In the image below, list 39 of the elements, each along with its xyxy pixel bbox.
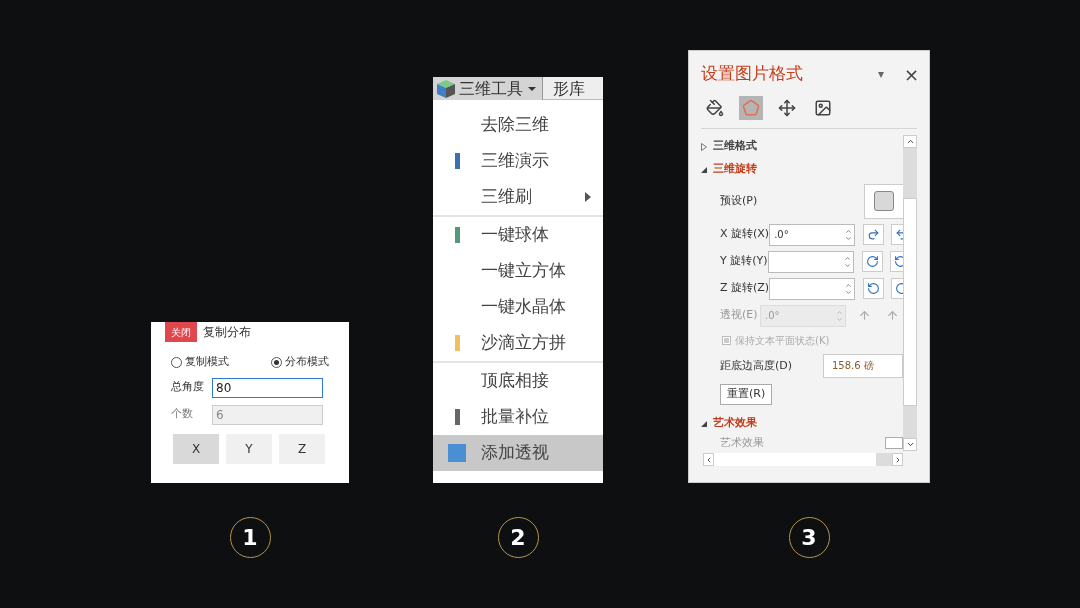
menu-item[interactable]: 一键球体	[433, 217, 603, 253]
section-header[interactable]: 三维格式	[713, 138, 757, 155]
menu-item[interactable]: 批量补位	[433, 399, 603, 435]
axis-button[interactable]: X	[173, 433, 219, 464]
close-icon[interactable]: ×	[903, 60, 919, 88]
dropdown-icon[interactable]: ▾	[877, 65, 884, 83]
row-label: Z 旋转(Z)	[720, 280, 770, 297]
pane-title: 设置图片格式	[701, 62, 804, 86]
axis-button[interactable]: Z	[279, 433, 325, 464]
row-label: 透视(E)	[720, 307, 759, 324]
spin-field[interactable]: .0°	[769, 223, 856, 246]
section-header[interactable]: 艺术效果	[713, 415, 757, 432]
radio-option[interactable]: 复制模式	[171, 354, 229, 371]
reset-button[interactable]: 重置(R)	[720, 383, 773, 405]
menu-item[interactable]: 添加透视	[433, 435, 603, 471]
menu-item[interactable]: 一键立方体	[433, 253, 603, 289]
input-field[interactable]: 80	[212, 377, 323, 398]
row-label: 距底边高度(D)	[720, 357, 794, 374]
axis-button[interactable]: Y	[226, 433, 272, 464]
checkbox-label: 保持文本平面状态(K)	[735, 334, 830, 348]
input-field[interactable]: 158.6 磅	[823, 354, 903, 378]
ribbon-tab[interactable]: 形库	[543, 77, 585, 99]
dialog-title: 复制分布	[203, 324, 251, 341]
close-button[interactable]: 关闭	[165, 322, 197, 342]
section-header[interactable]: 三维旋转	[713, 161, 757, 178]
menu-item[interactable]: 三维演示	[433, 143, 603, 179]
menu-item[interactable]: 顶底相接	[433, 363, 603, 399]
menu-button[interactable]: 三维工具	[433, 77, 543, 100]
field-label: 个数	[171, 406, 194, 423]
menu-item[interactable]: 一键水晶体	[433, 289, 603, 325]
radio-option[interactable]: 分布模式	[271, 354, 329, 371]
menu-item[interactable]: 去除三维	[433, 107, 603, 143]
menu-item[interactable]: 沙滴立方拼	[433, 325, 603, 363]
row-label: 艺术效果	[720, 437, 765, 449]
menu-item[interactable]: 三维刷	[433, 179, 603, 217]
row-label: Y 旋转(Y)	[720, 253, 768, 270]
row-label: X 旋转(X)	[720, 226, 770, 243]
field-label: 总角度	[171, 379, 205, 396]
row-label: 预设(P)	[720, 192, 759, 209]
